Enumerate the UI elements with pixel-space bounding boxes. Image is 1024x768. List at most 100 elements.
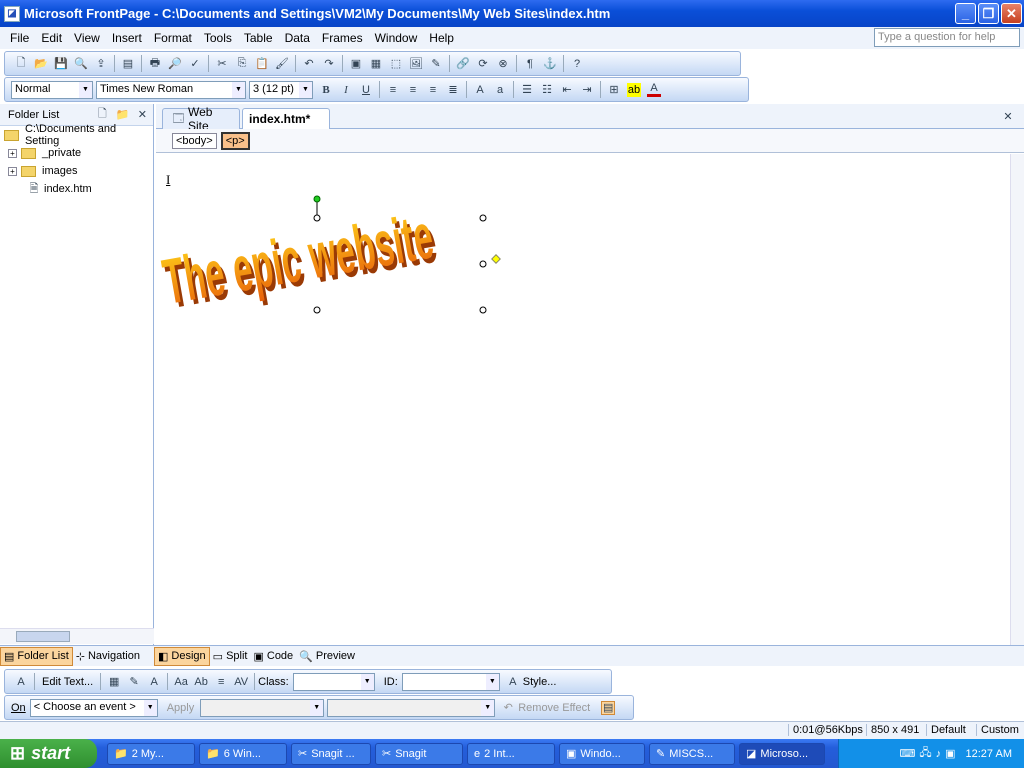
copy-icon[interactable]: ⎘	[235, 57, 249, 71]
tray-clock[interactable]: 12:27 AM	[966, 748, 1012, 760]
start-button[interactable]: ⊞ start	[0, 739, 97, 768]
paste-icon[interactable]: 📋	[255, 57, 269, 71]
menu-file[interactable]: File	[4, 31, 35, 45]
close-document-icon[interactable]: ✕	[1001, 109, 1015, 123]
rotate-handle[interactable]	[313, 195, 321, 203]
underline-icon[interactable]: U	[359, 83, 373, 97]
adjust-handle[interactable]	[491, 254, 501, 264]
design-surface[interactable]: I The epic website The epic website	[156, 154, 1010, 645]
bold-icon[interactable]: B	[319, 83, 333, 97]
same-height-icon[interactable]: Aa	[174, 675, 188, 689]
new-page-icon[interactable]: 🗋	[14, 57, 28, 71]
insert-table-icon[interactable]: ▦	[369, 57, 383, 71]
print-icon[interactable]: 🖶	[148, 57, 162, 71]
network-icon[interactable]: 🖧	[919, 744, 931, 763]
refresh-icon[interactable]: ⟳	[476, 57, 490, 71]
resize-handle[interactable]	[479, 214, 487, 222]
font-size-select[interactable]: 3 (12 pt) ▼	[249, 80, 313, 99]
tray-app-icon[interactable]: ▣	[945, 747, 955, 760]
menu-help[interactable]: Help	[423, 31, 460, 45]
tree-item-images[interactable]: + images	[0, 162, 153, 180]
menu-tools[interactable]: Tools	[198, 31, 238, 45]
tag-body[interactable]: <body>	[172, 132, 217, 149]
menu-data[interactable]: Data	[279, 31, 316, 45]
menu-window[interactable]: Window	[369, 31, 424, 45]
class-select[interactable]: ▼	[292, 672, 375, 691]
bullets-icon[interactable]: ☷	[540, 83, 554, 97]
volume-icon[interactable]: ♪	[936, 748, 942, 760]
toggle-pane-icon[interactable]: ▤	[121, 57, 135, 71]
italic-icon[interactable]: I	[339, 83, 353, 97]
wordart-shape-icon[interactable]: A	[147, 675, 161, 689]
help-search-input[interactable]: Type a question for help	[874, 28, 1020, 47]
folder-list-hscroll[interactable]	[0, 628, 154, 644]
keyboard-icon[interactable]: ⌨	[899, 747, 915, 760]
style-button[interactable]: Style...	[523, 676, 557, 688]
scroll-thumb[interactable]	[16, 631, 70, 642]
align-right-icon[interactable]: ≡	[426, 83, 440, 97]
id-select[interactable]: ▼	[401, 672, 500, 691]
restore-button[interactable]: ❐	[978, 3, 999, 24]
resize-handle[interactable]	[313, 214, 321, 222]
mode-default[interactable]: Default	[926, 724, 970, 736]
close-icon[interactable]: ✕	[135, 108, 149, 122]
increase-indent-icon[interactable]: ⇥	[580, 83, 594, 97]
tab-navigation[interactable]: ⊹ Navigation	[73, 648, 143, 665]
design-vscroll[interactable]	[1010, 154, 1024, 645]
remove-effect-button[interactable]: Remove Effect	[518, 702, 590, 714]
font-color-icon[interactable]: A	[647, 82, 661, 97]
wordart-canvas[interactable]: The epic website The epic website	[156, 192, 516, 332]
cut-icon[interactable]: ✂	[215, 57, 229, 71]
web-component-icon[interactable]: ▣	[349, 57, 363, 71]
char-spacing-icon[interactable]: AV	[234, 675, 248, 689]
task-my[interactable]: 📁 2 My...	[107, 742, 195, 765]
tree-root[interactable]: C:\Documents and Setting	[0, 123, 153, 147]
format-wordart-icon[interactable]: ✎	[127, 675, 141, 689]
justify-icon[interactable]: ≣	[446, 83, 460, 97]
task-snagit-2[interactable]: ✂ Snagit	[375, 742, 463, 765]
tab-code[interactable]: ▣ Code	[250, 648, 296, 665]
spelling-icon[interactable]: ✓	[188, 57, 202, 71]
edit-text-button[interactable]: Edit Text...	[38, 676, 97, 688]
style-select[interactable]: Normal ▼	[11, 80, 93, 99]
tree-item-index[interactable]: 🗎 index.htm	[0, 180, 153, 198]
expand-icon[interactable]: +	[8, 148, 17, 158]
decrease-indent-icon[interactable]: ⇤	[560, 83, 574, 97]
insert-layer-icon[interactable]: ⬚	[389, 57, 403, 71]
mode-custom[interactable]: Custom	[976, 724, 1023, 736]
redo-icon[interactable]: ↷	[322, 57, 336, 71]
preview-browser-icon[interactable]: 🔎	[168, 57, 182, 71]
vertical-text-icon[interactable]: Ab	[194, 675, 208, 689]
open-icon[interactable]: 📂	[34, 57, 48, 71]
wordart-alignment-icon[interactable]: ≡	[214, 675, 228, 689]
tab-index-htm[interactable]: index.htm*	[242, 108, 330, 129]
menu-format[interactable]: Format	[148, 31, 198, 45]
menu-frames[interactable]: Frames	[316, 31, 369, 45]
drawing-icon[interactable]: ✎	[429, 57, 443, 71]
hyperlink-icon[interactable]: 🔗	[456, 57, 470, 71]
resize-handle[interactable]	[479, 260, 487, 268]
decrease-font-icon[interactable]: a	[493, 83, 507, 97]
align-center-icon[interactable]: ≡	[406, 83, 420, 97]
tab-split[interactable]: ▭ Split	[210, 648, 251, 665]
align-left-icon[interactable]: ≡	[386, 83, 400, 97]
tab-preview[interactable]: 🔍 Preview	[296, 648, 358, 665]
menu-table[interactable]: Table	[238, 31, 279, 45]
resize-handle[interactable]	[313, 306, 321, 314]
tab-web-site[interactable]: 🗔 Web Site	[162, 105, 240, 133]
new-folder-icon[interactable]: 📁	[115, 108, 130, 122]
task-windows[interactable]: ▣ Windo...	[559, 742, 645, 765]
tag-p[interactable]: <p>	[220, 131, 250, 150]
expand-icon[interactable]: +	[8, 166, 17, 176]
new-page-icon[interactable]: 🗋	[95, 108, 109, 122]
show-all-icon[interactable]: ¶	[523, 57, 537, 71]
search-icon[interactable]: 🔍	[74, 57, 88, 71]
apply-select[interactable]: ▼	[200, 698, 325, 717]
task-snagit-1[interactable]: ✂ Snagit ...	[291, 742, 371, 765]
effect-settings-select[interactable]: ▼	[327, 698, 496, 717]
increase-font-icon[interactable]: A	[473, 83, 487, 97]
highlight-icon[interactable]: ab	[627, 82, 641, 97]
task-win[interactable]: 📁 6 Win...	[199, 742, 287, 765]
insert-picture-icon[interactable]: 🖼	[409, 57, 423, 71]
insert-wordart-icon[interactable]: A	[14, 675, 28, 689]
